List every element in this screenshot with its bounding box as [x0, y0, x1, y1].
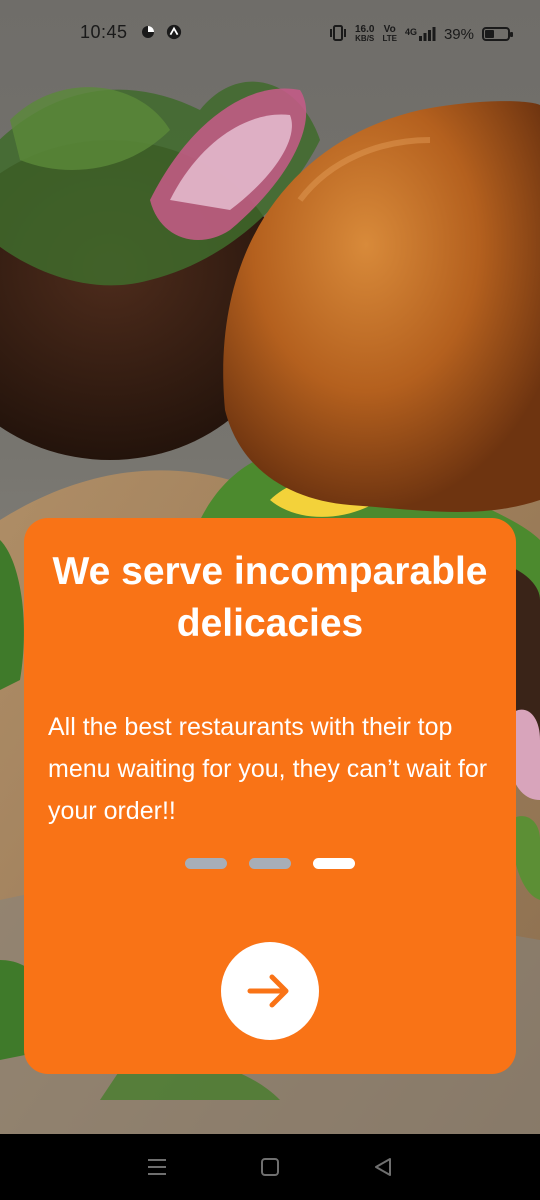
network-speed: 16.0 KB/S — [355, 25, 375, 44]
status-right: 16.0 KB/S Vo LTE 4G 39% — [329, 22, 513, 46]
page-dot-1[interactable] — [185, 858, 227, 869]
home-button[interactable] — [250, 1147, 290, 1187]
onboarding-card: We serve incomparable delicacies All the… — [24, 518, 516, 1074]
battery-percent: 39% — [443, 25, 474, 43]
back-button[interactable] — [363, 1147, 403, 1187]
status-time: 10:45 — [80, 22, 128, 42]
system-nav-bar — [0, 1134, 540, 1200]
app-icon — [140, 24, 156, 40]
vibrate-icon — [329, 24, 347, 44]
signal-label: 4G — [404, 27, 417, 37]
arrow-right-icon — [247, 974, 289, 1008]
signal-icon: 4G — [405, 27, 436, 41]
page-dot-3[interactable] — [313, 858, 355, 869]
status-bar: 10:45 16.0 KB/S Vo LTE 4G 39% — [0, 0, 540, 68]
back-icon — [375, 1158, 392, 1176]
menu-icon — [147, 1159, 166, 1175]
network-speed-unit: KB/S — [355, 34, 375, 43]
lte-label: LTE — [382, 34, 397, 43]
battery-fill — [485, 30, 494, 38]
arrow-badge-icon — [166, 24, 182, 40]
onboarding-title: We serve incomparable delicacies — [52, 550, 488, 645]
volte-indicator: Vo LTE — [382, 25, 397, 44]
onboarding-description: All the best restaurants with their top … — [48, 713, 488, 825]
page-indicator — [24, 858, 516, 869]
next-button[interactable] — [221, 942, 319, 1040]
menu-button[interactable] — [137, 1147, 177, 1187]
page-dot-2[interactable] — [249, 858, 291, 869]
home-icon — [260, 1158, 279, 1176]
battery-icon — [482, 27, 513, 41]
